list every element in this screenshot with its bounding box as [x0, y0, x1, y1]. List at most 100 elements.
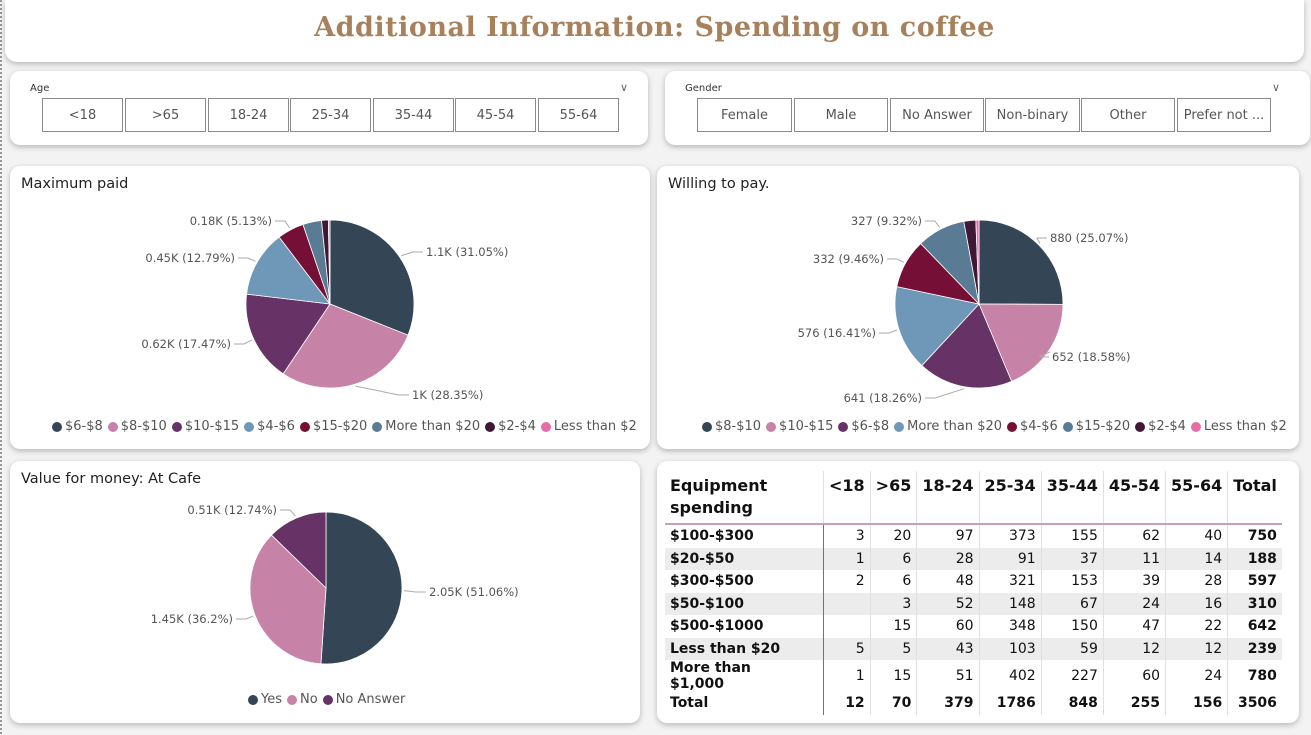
table-cell: 379: [916, 692, 980, 715]
table-cell: 48: [916, 570, 980, 593]
legend-item[interactable]: $10-$15: [171, 419, 239, 434]
legend-item[interactable]: No Answer: [322, 692, 405, 707]
legend-label: $6-$8: [65, 419, 103, 434]
table-cell: 37: [1040, 547, 1104, 570]
table-cell: 3: [823, 524, 871, 548]
column-header[interactable]: 55-64: [1165, 471, 1228, 524]
column-header[interactable]: 18-24: [916, 471, 980, 524]
data-label: 332 (9.46%): [813, 252, 884, 266]
data-label: 327 (9.32%): [851, 214, 922, 228]
table-row[interactable]: $50-$100 3 52 148 67 24 16 310: [665, 592, 1282, 615]
column-header[interactable]: 35-44: [1040, 471, 1104, 524]
row-label: Total: [665, 692, 824, 715]
table-row[interactable]: More than $1,000 1 15 51 402 227 60 24 780: [665, 660, 1282, 692]
legend-item[interactable]: $8-$10: [107, 419, 167, 434]
legend-item[interactable]: $6-$8: [838, 419, 889, 434]
leader-line: [403, 590, 426, 593]
table-cell: 70: [869, 692, 917, 715]
leader-line: [236, 615, 254, 620]
legend-item[interactable]: $4-$6: [244, 419, 295, 434]
age-option-over-65[interactable]: >65: [125, 98, 206, 132]
legend-dot-icon: [1190, 421, 1201, 432]
table-row[interactable]: $20-$50 1 6 28 91 37 11 14 188: [665, 547, 1282, 570]
row-label: $500-$1000: [665, 615, 824, 638]
legend-dot-icon: [299, 421, 310, 432]
leader-line: [401, 251, 423, 257]
legend-label: Less than $2: [1203, 419, 1287, 434]
table-cell: 310: [1227, 592, 1282, 615]
legend-item[interactable]: $10-$15: [766, 419, 833, 434]
table-row[interactable]: $300-$500 2 6 48 321 153 39 28 597: [665, 570, 1282, 593]
table-cell: 43: [916, 637, 980, 660]
table-cell: 848: [1040, 692, 1104, 715]
chevron-down-icon[interactable]: ∨: [620, 81, 628, 94]
age-option-25-34[interactable]: 25-34: [290, 98, 371, 132]
legend-item[interactable]: $15-$20: [1062, 419, 1131, 434]
leader-line: [925, 220, 941, 228]
gender-slicer-label: Gender: [685, 83, 722, 94]
column-header[interactable]: <18: [823, 471, 871, 524]
gender-option-female[interactable]: Female: [697, 98, 792, 132]
legend-item[interactable]: $15-$20: [299, 419, 368, 434]
age-option-under-18[interactable]: <18: [42, 98, 123, 132]
age-option-45-54[interactable]: 45-54: [455, 98, 536, 132]
value-for-money-legend: Yes No No Answer: [248, 692, 410, 709]
table-row[interactable]: $500-$1000 15 60 348 150 47 22 642: [665, 615, 1282, 638]
leader-line: [1036, 237, 1047, 244]
legend-label: $8-$10: [715, 419, 762, 434]
column-header[interactable]: >65: [869, 471, 917, 524]
table-cell: 239: [1227, 637, 1282, 660]
gender-option-prefer-not[interactable]: Prefer not ...: [1177, 98, 1271, 132]
gender-option-other[interactable]: Other: [1081, 98, 1175, 132]
chevron-down-icon[interactable]: ∨: [1272, 81, 1280, 94]
legend-item[interactable]: $2-$4: [485, 419, 536, 434]
legend-label: $15-$20: [312, 419, 368, 434]
table-cell: 750: [1227, 524, 1282, 548]
legend-dot-icon: [702, 421, 712, 432]
legend-item[interactable]: More than $20: [894, 419, 1002, 434]
legend-item[interactable]: Less than $2: [540, 419, 637, 434]
data-label: 0.51K (12.74%): [187, 503, 277, 517]
table-row[interactable]: Total 12 70 379 1786 848 255 156 3506: [665, 692, 1282, 715]
table-cell: 6: [869, 570, 917, 593]
legend-dot-icon: [322, 694, 333, 705]
legend-item[interactable]: Yes: [248, 692, 282, 707]
table-cell: 5: [823, 637, 871, 660]
age-option-18-24[interactable]: 18-24: [208, 98, 289, 132]
gender-option-male[interactable]: Male: [794, 98, 888, 132]
age-option-55-64[interactable]: 55-64: [538, 98, 619, 132]
column-header[interactable]: Total: [1227, 471, 1282, 524]
gender-option-no-answer[interactable]: No Answer: [890, 98, 984, 132]
legend-item[interactable]: Less than $2: [1190, 419, 1287, 434]
legend-item[interactable]: $6-$8: [52, 419, 103, 434]
table-cell: 1786: [978, 692, 1042, 715]
table-cell: 373: [978, 524, 1042, 548]
legend-item[interactable]: $2-$4: [1135, 419, 1186, 434]
legend-label: Yes: [261, 692, 282, 707]
legend-label: $15-$20: [1075, 419, 1131, 434]
table-cell: 20: [869, 524, 917, 548]
leader-line: [275, 220, 291, 229]
legend-label: $6-$8: [851, 419, 890, 434]
table-cell: 51: [916, 660, 980, 692]
table-cell: 1: [823, 547, 871, 570]
legend-item[interactable]: No: [287, 692, 318, 707]
table-row[interactable]: Less than $20 5 5 43 103 59 12 12 239: [665, 637, 1282, 660]
age-option-35-44[interactable]: 35-44: [373, 98, 454, 132]
column-header[interactable]: 45-54: [1102, 471, 1166, 524]
row-label: $20-$50: [665, 547, 824, 570]
table-cell: 3: [869, 592, 917, 615]
table-cell: 47: [1102, 615, 1166, 638]
gender-slicer: Gender ∨ Female Male No Answer Non-binar…: [665, 71, 1310, 145]
pie-slice-yes[interactable]: [320, 511, 403, 665]
table-row[interactable]: $100-$300 3 20 97 373 155 62 40 750: [665, 524, 1282, 548]
leader-line: [887, 258, 904, 263]
column-header[interactable]: 25-34: [978, 471, 1042, 524]
legend-item[interactable]: $4-$6: [1007, 419, 1058, 434]
gender-option-non-binary[interactable]: Non-binary: [985, 98, 1080, 132]
table-cell: 14: [1165, 547, 1228, 570]
table-cell: 255: [1102, 692, 1166, 715]
equipment-spending-card: Equipment spending <18 >65 18-24 25-34 3…: [657, 461, 1299, 723]
legend-item[interactable]: $8-$10: [702, 419, 761, 434]
legend-item[interactable]: More than $20: [372, 419, 480, 434]
